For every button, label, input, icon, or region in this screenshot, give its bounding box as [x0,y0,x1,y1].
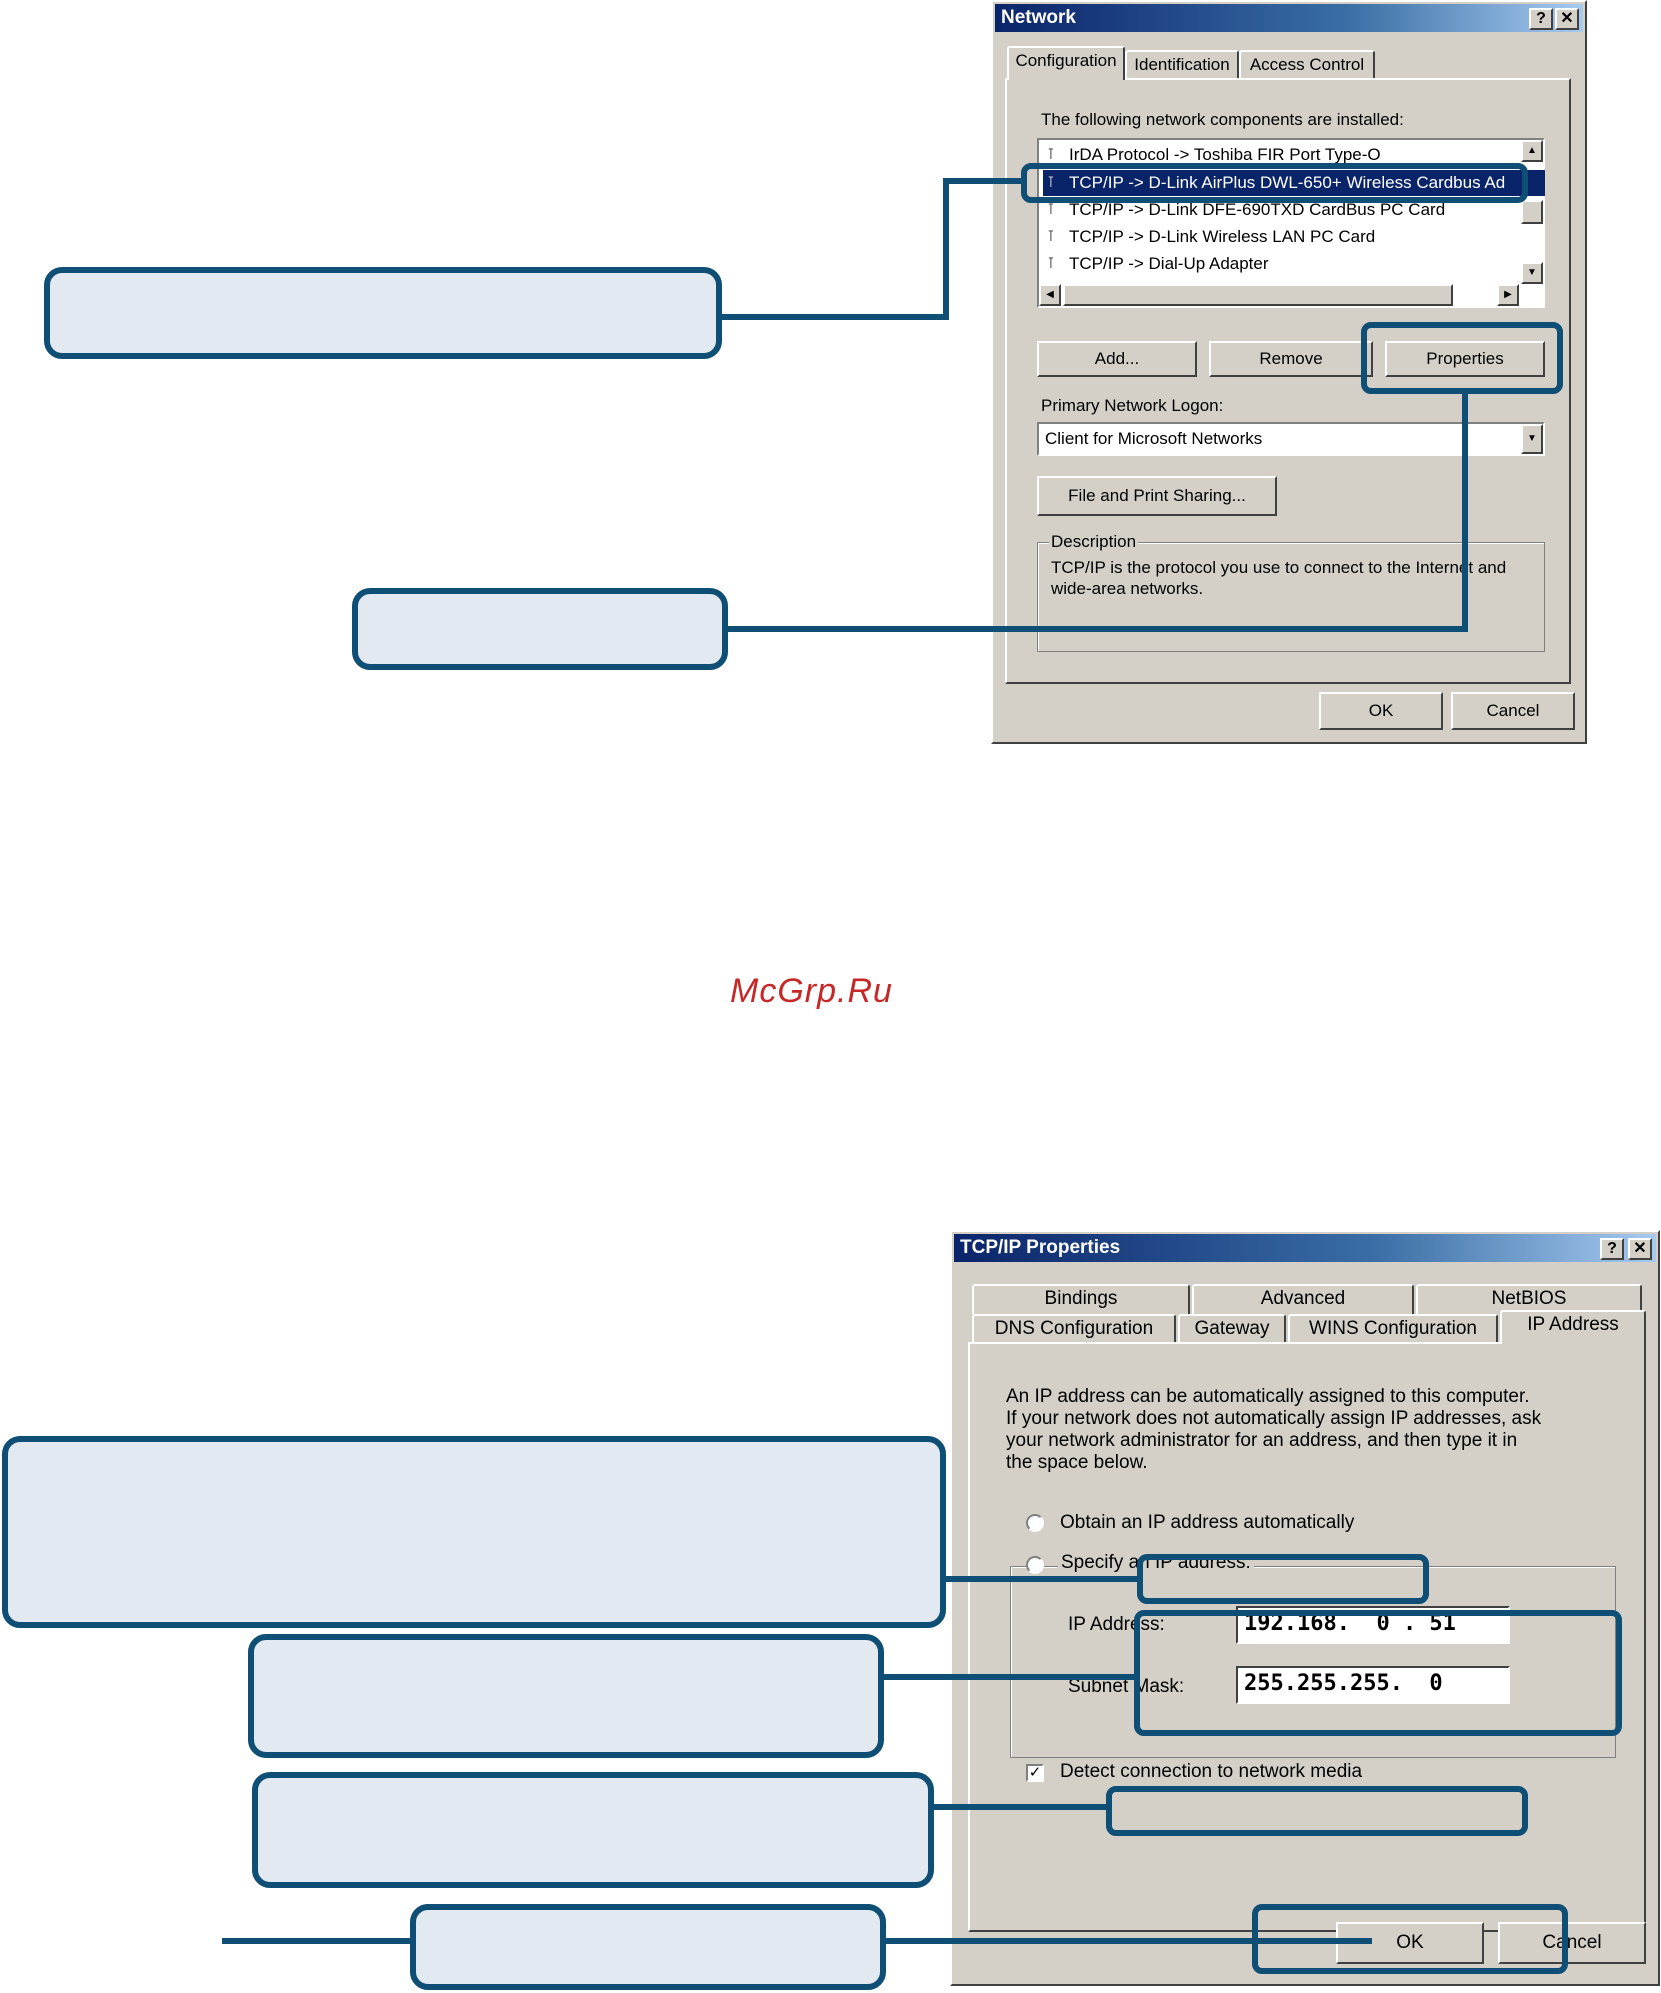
connector-line [222,1938,414,1944]
description-text-line1: TCP/IP is the protocol you use to connec… [1051,558,1507,577]
cancel-button[interactable]: Cancel [1451,692,1575,730]
callout-box [248,1634,884,1758]
connector-line [942,1576,1139,1582]
connector-line [1462,392,1468,632]
remove-button[interactable]: Remove [1209,341,1373,377]
connector-line [930,1804,1108,1810]
obtain-auto-radio[interactable] [1026,1514,1044,1532]
connector-line [943,178,949,320]
chevron-down-icon[interactable]: ▼ [1521,424,1543,454]
primary-logon-select[interactable]: Client for Microsoft Networks ▼ [1037,422,1545,456]
tab-ip-address[interactable]: IP Address [1500,1310,1646,1344]
tab-bindings[interactable]: Bindings [972,1284,1190,1314]
callout-box [252,1772,934,1888]
tab-access-control[interactable]: Access Control [1239,50,1375,80]
tab-advanced[interactable]: Advanced [1192,1284,1414,1314]
tab-configuration[interactable]: Configuration [1007,46,1125,80]
file-print-sharing-button[interactable]: File and Print Sharing... [1037,476,1277,516]
description-text-line2: wide-area networks. [1051,579,1204,598]
connector-line [880,1938,1372,1944]
close-icon[interactable]: ✕ [1555,8,1579,30]
list-item[interactable]: ⊺ TCP/IP -> Dial-Up Adapter [1043,251,1529,277]
primary-logon-label: Primary Network Logon: [1041,396,1224,415]
scroll-down-icon[interactable]: ▼ [1521,262,1543,284]
info-text-line3: your network administrator for an addres… [1006,1430,1518,1451]
ip-subnet-highlight [1134,1610,1622,1736]
specify-ip-highlight [1137,1554,1429,1604]
connector-line [880,1674,1136,1680]
info-text-line1: An IP address can be automatically assig… [1006,1386,1530,1407]
close-icon[interactable]: ✕ [1628,1238,1652,1260]
tab-wins-configuration[interactable]: WINS Configuration [1288,1314,1498,1344]
tab-dns-configuration[interactable]: DNS Configuration [972,1314,1176,1344]
connector-line [716,314,949,320]
obtain-auto-label[interactable]: Obtain an IP address automatically [1060,1512,1354,1534]
help-button[interactable]: ? [1600,1238,1624,1260]
tcpip-title: TCP/IP Properties [960,1237,1121,1258]
detect-connection-highlight [1106,1786,1528,1836]
scroll-right-icon[interactable]: ▶ [1497,284,1519,306]
add-button[interactable]: Add... [1037,341,1197,377]
network-titlebar[interactable]: Network ? ✕ [995,4,1583,32]
network-protocol-icon: ⊺ [1047,255,1055,272]
tcpip-titlebar[interactable]: TCP/IP Properties ? ✕ [954,1234,1656,1262]
network-protocol-icon: ⊺ [1047,201,1055,218]
scroll-left-icon[interactable]: ◀ [1039,284,1061,306]
ok-button[interactable]: OK [1319,692,1443,730]
list-item[interactable]: ⊺ TCP/IP -> D-Link Wireless LAN PC Card [1043,224,1529,250]
network-protocol-icon: ⊺ [1047,228,1055,245]
help-button[interactable]: ? [1529,8,1553,30]
callout-box [352,588,728,670]
components-label: The following network components are ins… [1041,110,1404,129]
tab-identification[interactable]: Identification [1125,50,1239,80]
properties-button-highlight [1361,322,1563,394]
primary-logon-value: Client for Microsoft Networks [1045,429,1263,448]
callout-box [44,267,722,359]
network-title: Network [1001,7,1076,28]
info-text-line4: the space below. [1006,1452,1148,1473]
connector-line [943,178,1023,184]
specify-ip-radio[interactable] [1026,1556,1044,1574]
vertical-scrollbar-thumb[interactable] [1521,200,1543,224]
tab-gateway[interactable]: Gateway [1178,1314,1286,1344]
tcpip-properties-dialog: TCP/IP Properties ? ✕ Bindings Advanced … [950,1230,1660,1986]
callout-box [410,1904,886,1990]
info-text-line2: If your network does not automatically a… [1006,1408,1542,1429]
watermark-text: McGrp.Ru [730,972,893,1010]
detect-connection-checkbox[interactable]: ✓ [1026,1764,1044,1782]
description-label: Description [1049,532,1139,552]
callout-box [2,1436,946,1628]
network-protocol-icon: ⊺ [1047,146,1055,163]
detect-connection-label[interactable]: Detect connection to network media [1060,1761,1362,1783]
scroll-up-icon[interactable]: ▲ [1521,140,1543,162]
connector-line [724,626,1468,632]
selected-component-highlight [1021,163,1528,203]
horizontal-scrollbar-thumb[interactable] [1063,284,1453,306]
